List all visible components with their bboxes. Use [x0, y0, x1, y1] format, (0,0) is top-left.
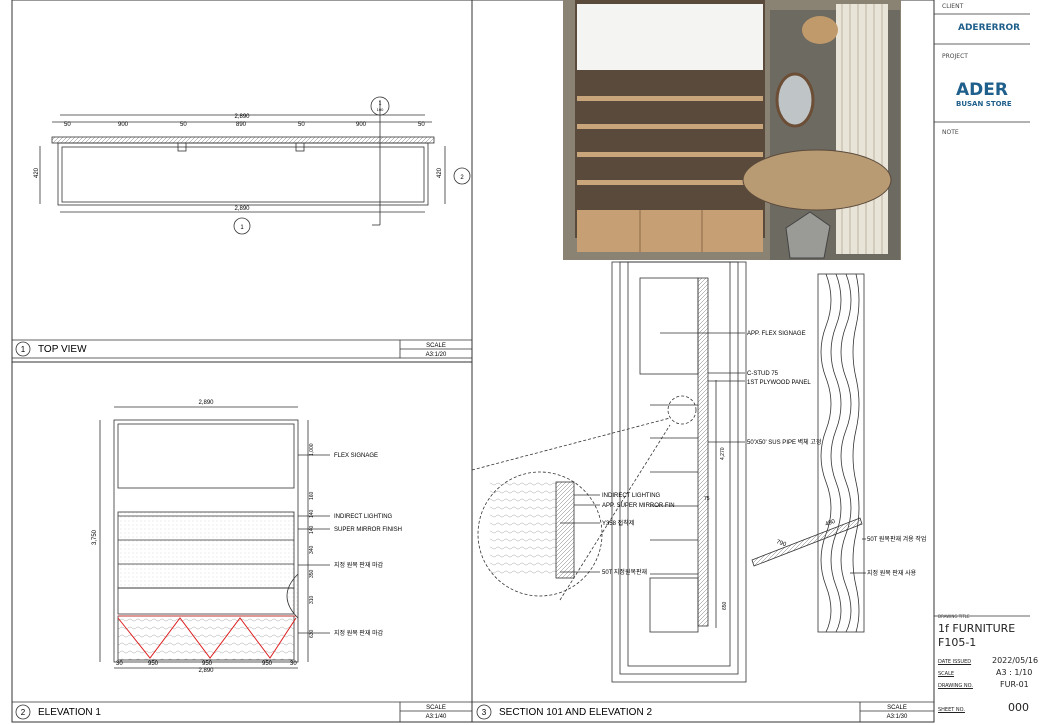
top-view-drawing	[39, 96, 471, 235]
section-dim-height: 4,270	[720, 447, 726, 460]
scale-label: SCALE	[938, 671, 955, 677]
drawing-sheet: 2,890 50 900 50 890 50 900 50 420 420 2,…	[0, 0, 1039, 725]
section-label-sus-pipe: 50'X50' SUS PIPE 벽체 고정	[747, 438, 821, 446]
drawing-title-line1: 1f FURNITURE	[938, 622, 1016, 635]
drawing-title-label: DRAWING TITLE	[938, 614, 970, 619]
elev1-bottom-seg-3: 950	[202, 661, 213, 667]
client-name: ADERERROR	[958, 23, 1021, 33]
panel-1-number: 1	[21, 345, 26, 354]
panel-3-title: SECTION 101 AND ELEVATION 2	[499, 707, 652, 718]
date-label: DATE ISSUED	[938, 659, 972, 665]
panel-1-scale-label: SCALE	[426, 343, 446, 349]
elev1-bottom-seg-2: 950	[148, 661, 159, 667]
detail-label-adhesive: Y358 접착제	[602, 519, 634, 527]
drawing-title-line2: F105-1	[938, 636, 977, 649]
elev2-label-wood-work: 50T 원목판재 겨용 작업	[867, 535, 926, 543]
render-3d-image	[563, 0, 901, 260]
elev1-label-super-mirror: SUPER MIRROR FINISH	[334, 527, 402, 533]
section-label-flex-signage: APP. FLEX SIGNAGE	[747, 331, 806, 337]
top-seg-3: 50	[180, 122, 187, 128]
elevation-1-drawing	[99, 406, 330, 669]
elev1-overall-bottom: 2,890	[198, 668, 214, 674]
panel-3-scale-value: A3:1/30	[887, 714, 908, 720]
top-bottom-dim: 2,890	[234, 206, 250, 212]
elev1-label-wood-1: 지정 원목 판재 마감	[334, 561, 384, 569]
elev1-label-flex-signage: FLEX SIGNAGE	[334, 453, 378, 459]
project-sub: BUSAN STORE	[956, 100, 1012, 108]
drawing-no-label: DRAWING NO.	[938, 683, 973, 689]
panel-1-scale-value: A3:1/20	[426, 352, 447, 358]
elev1-dim-4: 140	[309, 525, 315, 534]
section-label-c-stud: C-STUD 75	[747, 371, 779, 377]
elev1-overall-top: 2,890	[198, 400, 214, 406]
detail-label-super-mirror: APP. SUPER MIRROR FIN	[602, 503, 675, 509]
section-marker-bottom: 1	[240, 225, 244, 231]
top-seg-5: 50	[298, 122, 305, 128]
panel-3-scale-label: SCALE	[887, 705, 907, 711]
panel-3-number: 3	[482, 708, 487, 717]
top-depth-right: 420	[437, 167, 443, 178]
elev1-bottom-seg-5: 30	[290, 661, 297, 667]
drawing-no-value: FUR-01	[1000, 680, 1029, 689]
elev2-label-wood-use: 지정 원목 판재 사용	[867, 569, 917, 577]
elev1-dim-2: 160	[309, 491, 315, 500]
elev1-label-indirect-lighting: INDIRECT LIGHTING	[334, 514, 393, 520]
elev1-dim-5: 340	[309, 545, 315, 554]
date-value: 2022/05/16	[992, 656, 1039, 665]
note-label: NOTE	[942, 129, 959, 136]
project-label: PROJECT	[942, 53, 968, 60]
panel-2-scale-label: SCALE	[426, 705, 446, 711]
top-seg-4: 890	[236, 122, 247, 128]
project-name: ADER	[956, 80, 1008, 100]
top-seg-1: 50	[64, 122, 71, 128]
detail-label-indirect-lighting: INDIRECT LIGHTING	[602, 493, 661, 499]
elev1-label-wood-2: 지정 원목 판재 마감	[334, 629, 384, 637]
elev1-dim-8: 630	[309, 629, 315, 638]
elev1-dim-7: 310	[309, 595, 315, 604]
section-marker-right: 2	[460, 175, 464, 181]
sheet-no-value: 000	[1008, 701, 1029, 714]
elev1-bottom-seg-4: 950	[262, 661, 273, 667]
top-depth-left: 420	[34, 167, 40, 178]
panel-2-title: ELEVATION 1	[38, 707, 101, 718]
elev1-dim-6: 350	[309, 569, 315, 578]
scale-value: A3 : 1/10	[996, 668, 1033, 677]
top-overall-dim: 2,890	[234, 114, 250, 120]
sheet-no-label: SHEET NO.	[938, 707, 965, 713]
section-marker-top-ref: 100	[377, 107, 384, 112]
elev2-dim-2: 490	[825, 519, 837, 528]
elev1-dim-1: 1,000	[309, 443, 315, 456]
panel-2-number: 2	[21, 708, 26, 717]
section-dim-stud: 75	[704, 496, 710, 502]
elevation-2-drawing	[751, 273, 866, 633]
elev1-height: 3,750	[92, 529, 98, 545]
elev1-bottom-seg-1: 30	[116, 661, 123, 667]
elev1-dim-3: 140	[309, 509, 315, 518]
top-seg-2: 900	[118, 122, 129, 128]
panel-1-title: TOP VIEW	[38, 344, 87, 355]
section-label-plywood: 1ST PLYWOOD PANEL	[747, 380, 811, 386]
top-seg-7: 50	[418, 122, 425, 128]
client-label: CLIENT	[942, 3, 964, 10]
section-101-drawing	[471, 261, 747, 683]
panel-2-scale-value: A3:1/40	[426, 714, 447, 720]
top-seg-6: 900	[356, 122, 367, 128]
drawing-canvas: 2,890 50 900 50 890 50 900 50 420 420 2,…	[11, 0, 1030, 723]
detail-label-wood-panel: 50T 지정원목판재	[602, 568, 647, 576]
section-dim-base: 650	[722, 601, 728, 610]
